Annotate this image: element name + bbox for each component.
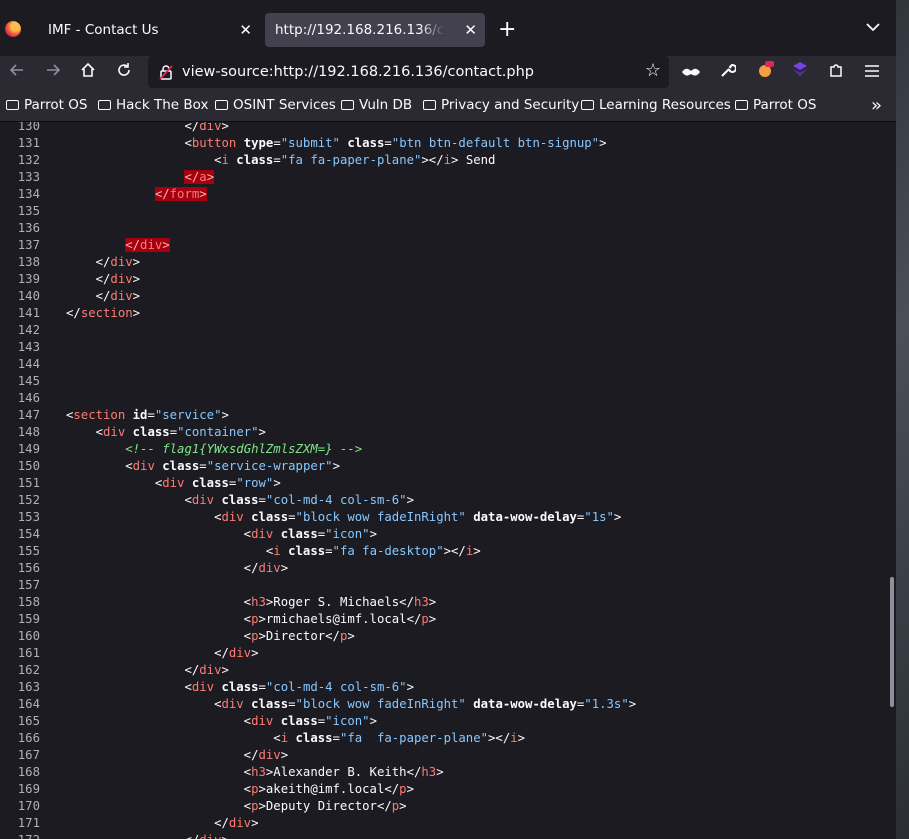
reload-icon[interactable] xyxy=(111,60,137,86)
folder-icon xyxy=(423,100,436,110)
folder-icon xyxy=(6,100,19,110)
tab-title: IMF - Contact Us xyxy=(48,22,159,38)
folder-icon xyxy=(341,100,354,110)
source-line: 159 <p>rmichaels@imf.local</p> xyxy=(17,612,437,626)
tab-strip: IMF - Contact Us ✕ http://192.168.216.13… xyxy=(0,0,896,56)
source-line: 140 </div> xyxy=(17,289,141,303)
source-line: 130 </div> xyxy=(17,122,229,133)
forward-icon[interactable] xyxy=(40,60,66,86)
folder-icon xyxy=(735,100,748,110)
source-line: 165 <div class="icon"> xyxy=(17,714,377,728)
folder-icon xyxy=(581,100,594,110)
source-line: 153 <div class="block wow fadeInRight" d… xyxy=(17,510,622,524)
bookmark-vuln-db[interactable]: Vuln DB xyxy=(341,90,412,121)
source-line: 151 <div class="row"> xyxy=(17,476,281,490)
bookmark-parrot-os-2[interactable]: Parrot OS xyxy=(735,90,816,121)
scrollbar-thumb[interactable] xyxy=(890,577,894,707)
source-line: 156 </div> xyxy=(17,561,289,575)
bookmark-hack-the-box[interactable]: Hack The Box xyxy=(98,90,208,121)
close-tab-icon[interactable]: ✕ xyxy=(464,13,477,47)
tab-view-source[interactable]: http://192.168.216.136/contact.php ✕ xyxy=(265,13,485,47)
tab-title: http://192.168.216.136/contact.php xyxy=(275,22,445,38)
source-line: 158 <h3>Roger S. Michaels</h3> xyxy=(17,595,437,609)
source-line: 160 <p>Director</p> xyxy=(17,629,355,643)
source-line: 170 <p>Deputy Director</p> xyxy=(17,799,407,813)
bookmark-privacy-security[interactable]: Privacy and Security xyxy=(423,90,579,121)
back-icon[interactable] xyxy=(4,60,30,86)
source-line: 163 <div class="col-md-4 col-sm-6"> xyxy=(17,680,414,694)
new-tab-icon[interactable]: + xyxy=(498,16,516,44)
wrench-icon[interactable] xyxy=(715,60,741,86)
source-line: 139 </div> xyxy=(17,272,141,286)
firefox-icon[interactable] xyxy=(5,21,21,37)
source-line: 161 </div> xyxy=(17,646,259,660)
source-line: 167 </div> xyxy=(17,748,289,762)
extension-cube-icon[interactable] xyxy=(787,60,813,86)
address-bar[interactable]: view-source:http://192.168.216.136/conta… xyxy=(148,56,669,88)
bookmark-learning-resources[interactable]: Learning Resources xyxy=(581,90,731,121)
source-view[interactable]: 130 </div> 131 <button type="submit" clas… xyxy=(0,122,896,839)
source-line: 145 xyxy=(17,374,40,388)
source-line: 137 </div> xyxy=(17,238,170,252)
more-bookmarks-chevron-icon[interactable]: » xyxy=(871,90,882,121)
source-line: 157 xyxy=(17,578,40,592)
menu-hamburger-icon[interactable] xyxy=(859,60,885,86)
source-line: 138 </div> xyxy=(17,255,141,269)
source-line: 132 <i class="fa fa-paper-plane"></i> Se… xyxy=(17,153,496,167)
source-line: 143 xyxy=(17,340,40,354)
insecure-lock-icon[interactable] xyxy=(158,64,174,80)
folder-icon xyxy=(215,100,228,110)
list-all-tabs-icon[interactable] xyxy=(866,20,880,36)
source-line: 133 </a> xyxy=(17,170,215,184)
source-line: 164 <div class="block wow fadeInRight" d… xyxy=(17,697,637,711)
home-icon[interactable] xyxy=(75,60,101,86)
source-line: 134 </form> xyxy=(17,187,207,201)
source-line: 131 <button type="submit" class="btn btn… xyxy=(17,136,607,150)
source-line: 172 </div> xyxy=(0,832,229,839)
source-line: 148 <div class="container"> xyxy=(17,425,266,439)
bookmark-parrot-os[interactable]: Parrot OS xyxy=(6,90,87,121)
browser-window: IMF - Contact Us ✕ http://192.168.216.13… xyxy=(0,0,896,839)
extensions-puzzle-icon[interactable] xyxy=(823,60,849,86)
source-line: 136 xyxy=(17,221,40,235)
bookmarks-toolbar: Parrot OS Hack The Box OSINT Services Vu… xyxy=(0,90,896,122)
bookmark-osint-services[interactable]: OSINT Services xyxy=(215,90,336,121)
source-line: 169 <p>akeith@imf.local</p> xyxy=(17,782,414,796)
source-line: 142 xyxy=(17,323,40,337)
source-line: 154 <div class="icon"> xyxy=(17,527,377,541)
navigation-toolbar: view-source:http://192.168.216.136/conta… xyxy=(0,56,896,90)
private-browsing-icon[interactable] xyxy=(678,60,704,86)
source-line: 166 <i class="fa fa-paper-plane"></i> xyxy=(17,731,526,745)
source-line: 144 xyxy=(17,357,40,371)
source-line: 146 xyxy=(17,391,40,405)
tab-imf-contact[interactable]: IMF - Contact Us ✕ xyxy=(38,13,262,47)
source-line: 155 <i class="fa fa-desktop"></i> xyxy=(17,544,481,558)
source-line: 149 <!-- flag1{YWxsdGhlZmlsZXM=} --> xyxy=(17,442,363,456)
source-line: 171 </div> xyxy=(17,816,259,830)
source-line: 168 <h3>Alexander B. Keith</h3> xyxy=(17,765,444,779)
source-line: 147 <section id="service"> xyxy=(17,408,229,422)
source-line: 162 </div> xyxy=(17,663,229,677)
url-text: view-source:http://192.168.216.136/conta… xyxy=(182,64,534,80)
folder-icon xyxy=(98,100,111,110)
source-line: 141 </section> xyxy=(17,306,141,320)
source-line: 135 xyxy=(17,204,40,218)
source-line: 152 <div class="col-md-4 col-sm-6"> xyxy=(17,493,414,507)
close-tab-icon[interactable]: ✕ xyxy=(239,13,252,47)
extension-fox-icon[interactable] xyxy=(752,60,778,86)
source-line: 150 <div class="service-wrapper"> xyxy=(17,459,340,473)
bookmark-star-icon[interactable]: ☆ xyxy=(645,60,661,81)
